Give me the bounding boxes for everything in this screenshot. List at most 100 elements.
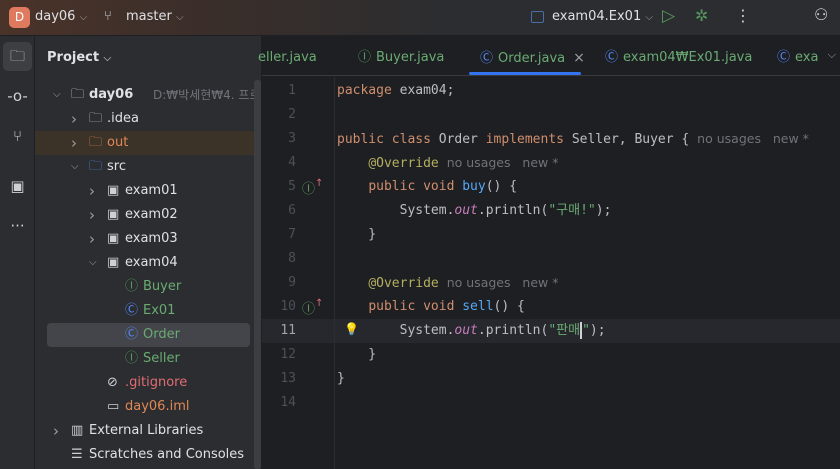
scrollbar[interactable] [254, 80, 261, 469]
tab-order-java[interactable]: Ⓒ Order.java × [480, 36, 585, 76]
package-icon: ▣ [107, 231, 120, 246]
tab-exa[interactable]: Ⓒexa [777, 36, 818, 76]
package-icon: ▣ [107, 255, 120, 270]
tree-item-label: exam04 [125, 255, 178, 270]
chevron-right-icon[interactable]: › [89, 227, 95, 251]
more-icon[interactable]: ⋮ [735, 6, 751, 25]
debug-icon[interactable]: ✲ [695, 6, 708, 25]
chevron-down-icon: ⌵ [175, 12, 184, 23]
code-text: System. [337, 203, 455, 218]
tree-item-exam01[interactable]: › ▣ exam01 [35, 179, 261, 203]
tree-item-exam04[interactable]: ⌵ ▣ exam04 [35, 251, 261, 275]
tab-exam04-ex01-java[interactable]: Ⓒexam04₩Ex01.java [605, 36, 752, 76]
runnable-class-icon: Ⓒ [605, 50, 619, 65]
code-text: ); [595, 203, 612, 218]
tree-item-label: exam01 [125, 183, 178, 198]
line-number: 9 [288, 275, 296, 290]
tree-item--gitignore[interactable]: ⊘ .gitignore [35, 371, 261, 395]
inlay-hint[interactable]: no usages new * [439, 155, 559, 170]
chevron-down-icon[interactable]: ⌵ [828, 48, 836, 62]
keyword: public void [368, 179, 455, 194]
line-number: 12 [280, 347, 296, 362]
annotation: @Override [368, 276, 439, 291]
inlay-hint[interactable]: no usages new * [439, 275, 559, 290]
panel-title[interactable]: Project ⌵ [47, 50, 111, 65]
structure-icon[interactable]: ▣ [3, 172, 32, 201]
add-user-icon[interactable]: ⚇ [814, 5, 828, 24]
implements-icon[interactable]: Ⓘ↑ [302, 178, 323, 197]
chevron-down-icon[interactable]: ⌵ [71, 155, 79, 179]
code-line: } [337, 223, 376, 247]
tree-item-order[interactable]: Ⓒ Order [47, 323, 250, 347]
pull-requests-icon[interactable]: ⑂ [3, 122, 32, 151]
keyword: package [337, 83, 392, 98]
chevron-right-icon[interactable]: › [71, 131, 77, 155]
tree-item-day06[interactable]: ⌵ 🗀 day06 D:₩박세현₩4. 프로그래 [35, 83, 261, 107]
code-line: @Override no usages new * [337, 151, 558, 175]
line-number: 7 [288, 227, 296, 242]
tree-item-seller[interactable]: Ⓘ Seller [35, 347, 261, 371]
method-name: sell [462, 299, 494, 314]
chevron-right-icon[interactable]: › [89, 179, 95, 203]
tree-item--idea[interactable]: › 🗀 .idea [35, 107, 261, 131]
tree-item-buyer[interactable]: Ⓘ Buyer [35, 275, 261, 299]
branch-selector[interactable]: master ⌵ [126, 9, 184, 24]
tree-item-path: D:₩박세현₩4. 프로그래 [153, 88, 261, 102]
project-badge[interactable]: D [9, 7, 30, 28]
project-name: day06 [35, 9, 76, 24]
gutter-divider [334, 77, 335, 469]
source-folder-icon: 🗀 [89, 159, 103, 174]
interface-icon: Ⓘ [358, 50, 372, 65]
package-icon: ▣ [107, 183, 120, 198]
code-line: public void sell() { [337, 295, 525, 319]
module-folder-icon: 🗀 [71, 87, 85, 102]
tree-item-label: Seller [143, 351, 180, 366]
tab-eller-java[interactable]: eller.java [258, 36, 317, 76]
method-name: buy [462, 179, 486, 194]
tree-item-out[interactable]: › 🗀 out [35, 131, 261, 155]
commit-icon[interactable]: -o- [3, 82, 32, 111]
annotation: @Override [368, 156, 439, 171]
close-tab-icon[interactable]: × [573, 50, 585, 66]
line-number: 5 [288, 179, 296, 194]
run-icon[interactable]: ▷ [662, 6, 675, 26]
chevron-right-icon[interactable]: › [89, 203, 95, 227]
tab-label: Buyer.java [376, 50, 445, 65]
line-number: 3 [288, 131, 296, 146]
line-number: 13 [280, 371, 296, 386]
code-text: exam04; [391, 83, 455, 98]
code-editor[interactable]: 1 package exam04; 2 3 public class Order imp… [262, 77, 840, 469]
tree-item-src[interactable]: ⌵ 🗀 src [35, 155, 261, 179]
code-line: } [337, 343, 376, 367]
run-config-selector[interactable]: exam04.Ex01 ⌵ [552, 9, 653, 24]
chevron-right-icon[interactable]: › [53, 419, 59, 443]
tree-item-external-libraries[interactable]: › ▥ External Libraries [35, 419, 261, 443]
code-text: System. [337, 323, 455, 338]
keyword: implements [485, 132, 564, 147]
string-literal: " [582, 323, 590, 338]
tree-item-label: Ex01 [143, 303, 176, 318]
active-tab-indicator [469, 72, 581, 75]
chevron-down-icon[interactable]: ⌵ [89, 251, 97, 275]
code-text: Seller, Buyer { [564, 132, 690, 147]
project-selector[interactable]: day06 ⌵ [35, 9, 87, 24]
ignored-file-icon: ⊘ [107, 375, 118, 390]
tree-item-exam03[interactable]: › ▣ exam03 [35, 227, 261, 251]
more-tools-icon[interactable]: ··· [3, 212, 32, 241]
tree-item-exam02[interactable]: › ▣ exam02 [35, 203, 261, 227]
string-literal: "판매 [548, 323, 581, 338]
tree-item-scratches-and-consoles[interactable]: ☰ Scratches and Consoles [35, 443, 261, 467]
title-bar: D day06 ⌵ ⑂ master ⌵ exam04.Ex01 ⌵ ▷ ✲ ⋮… [0, 0, 840, 36]
implements-icon[interactable]: Ⓘ↑ [302, 298, 323, 317]
tree-item-day06-iml[interactable]: ▭ day06.iml [35, 395, 261, 419]
tree-item-ex01[interactable]: Ⓒ Ex01 [35, 299, 261, 323]
code-line: package exam04; [337, 79, 454, 103]
tab-buyer-java[interactable]: Ⓘ Buyer.java [358, 36, 444, 76]
inlay-hint[interactable]: no usages new * [689, 131, 809, 146]
project-tool-icon[interactable]: 🗀 [3, 42, 32, 71]
chevron-down-icon[interactable]: ⌵ [53, 83, 61, 107]
chevron-down-icon: ⌵ [645, 12, 653, 23]
chevron-right-icon[interactable]: › [71, 107, 77, 131]
